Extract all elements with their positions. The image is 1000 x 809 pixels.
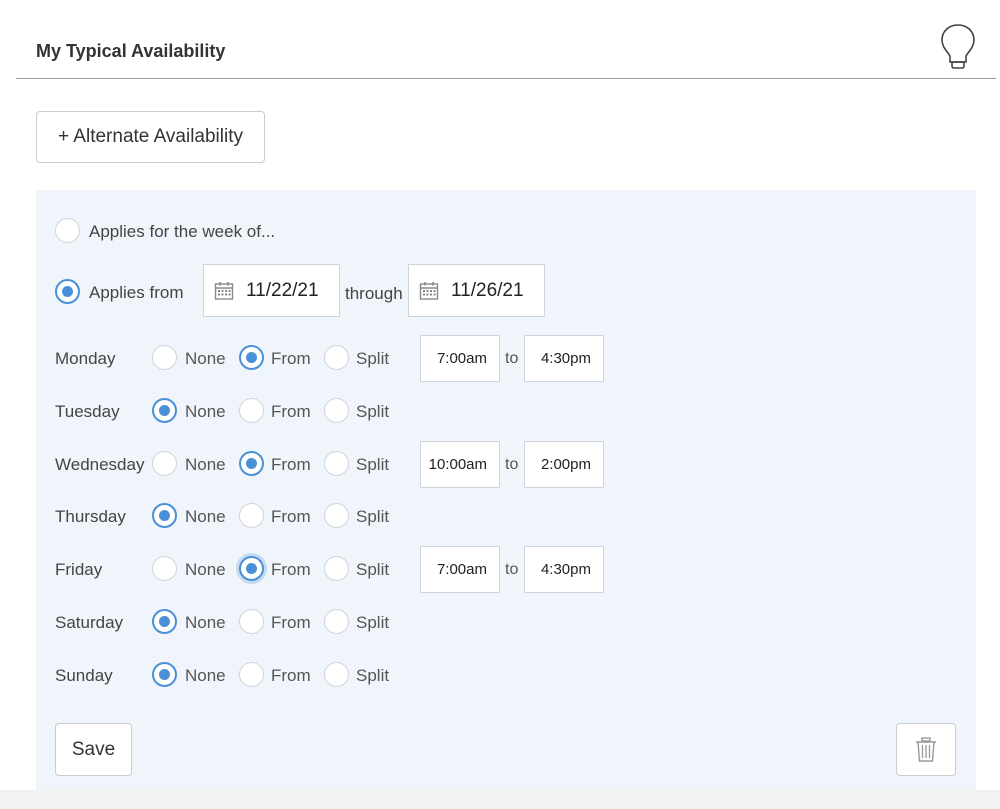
footer-strip [0, 790, 1000, 809]
friday-split-radio[interactable] [324, 556, 349, 582]
sunday-split-label: Split [356, 665, 390, 685]
day-label-wednesday: Wednesday [55, 454, 145, 474]
wednesday-to-label: to [505, 455, 519, 473]
friday-from-radio[interactable] [239, 556, 264, 582]
thursday-split-label: Split [356, 507, 390, 527]
through-label: through [345, 284, 403, 303]
monday-to-label: to [505, 350, 519, 367]
saturday-split-label: Split [356, 613, 390, 632]
wednesday-end-time-input[interactable]: 2:00pm [524, 440, 604, 488]
thursday-split-radio[interactable] [324, 503, 349, 529]
monday-start-time-input[interactable]: 7:00am [420, 335, 500, 382]
friday-to-label: to [505, 561, 519, 579]
tuesday-split-radio[interactable] [324, 397, 349, 423]
end-date-value: 11/26/21 [451, 279, 524, 301]
end-date-input[interactable]: 11/26/21 [408, 264, 545, 317]
sunday-split-radio[interactable] [324, 661, 349, 687]
day-label-friday: Friday [55, 560, 103, 580]
save-button[interactable]: Save [55, 723, 132, 776]
friday-from-label: From [271, 560, 311, 580]
saturday-none-radio[interactable] [152, 609, 177, 634]
availability-panel: Applies for the week of... Applies from … [36, 190, 976, 809]
monday-none-radio[interactable] [152, 345, 177, 370]
thursday-from-radio[interactable] [239, 503, 264, 529]
day-label-saturday: Saturday [55, 613, 124, 632]
applies-from-radio[interactable] [55, 279, 80, 304]
header: My Typical Availability [16, 0, 996, 79]
day-label-tuesday: Tuesday [55, 401, 120, 421]
delete-button[interactable] [896, 723, 956, 776]
wednesday-none-label: None [185, 454, 226, 474]
wednesday-split-radio[interactable] [324, 450, 349, 476]
monday-none-label: None [185, 349, 226, 368]
day-label-sunday: Sunday [55, 665, 113, 685]
day-label-monday: Monday [55, 349, 116, 368]
page-title: My Typical Availability [36, 41, 226, 61]
saturday-from-radio[interactable] [239, 609, 264, 634]
applies-from-label: Applies from [89, 283, 184, 302]
tuesday-split-label: Split [356, 401, 390, 421]
saturday-from-label: From [271, 613, 311, 632]
lightbulb-icon[interactable] [938, 22, 978, 70]
monday-from-label: From [271, 349, 311, 368]
friday-split-label: Split [356, 560, 390, 580]
wednesday-from-radio[interactable] [239, 450, 264, 476]
wednesday-start-time-input[interactable]: 10:00am [420, 440, 500, 488]
tuesday-from-label: From [271, 401, 311, 421]
start-date-value: 11/22/21 [246, 279, 319, 301]
thursday-from-label: From [271, 507, 311, 527]
monday-from-radio[interactable] [239, 345, 264, 370]
sunday-none-label: None [185, 665, 226, 685]
monday-split-radio[interactable] [324, 345, 349, 370]
sunday-from-label: From [271, 665, 311, 685]
saturday-none-label: None [185, 613, 226, 632]
wednesday-none-radio[interactable] [152, 450, 177, 476]
friday-start-time-input[interactable]: 7:00am [420, 546, 500, 594]
saturday-split-radio[interactable] [324, 609, 349, 634]
wednesday-from-label: From [271, 454, 311, 474]
friday-end-time-input[interactable]: 4:30pm [524, 546, 604, 594]
trash-icon [916, 736, 936, 762]
monday-split-label: Split [356, 349, 390, 368]
applies-week-label: Applies for the week of... [89, 222, 276, 241]
thursday-none-label: None [185, 507, 226, 527]
day-label-thursday: Thursday [55, 507, 126, 527]
calendar-icon [214, 281, 234, 300]
friday-none-label: None [185, 560, 226, 580]
wednesday-split-label: Split [356, 454, 390, 474]
thursday-none-radio[interactable] [152, 503, 177, 529]
tuesday-none-radio[interactable] [152, 397, 177, 423]
calendar-icon [419, 281, 439, 300]
monday-end-time-input[interactable]: 4:30pm [524, 335, 604, 382]
start-date-input[interactable]: 11/22/21 [203, 264, 340, 317]
applies-week-radio[interactable] [55, 218, 80, 243]
tuesday-none-label: None [185, 401, 226, 421]
alternate-availability-button[interactable]: + Alternate Availability [36, 111, 265, 163]
friday-none-radio[interactable] [152, 556, 177, 582]
sunday-from-radio[interactable] [239, 661, 264, 687]
tuesday-from-radio[interactable] [239, 397, 264, 423]
sunday-none-radio[interactable] [152, 661, 177, 687]
